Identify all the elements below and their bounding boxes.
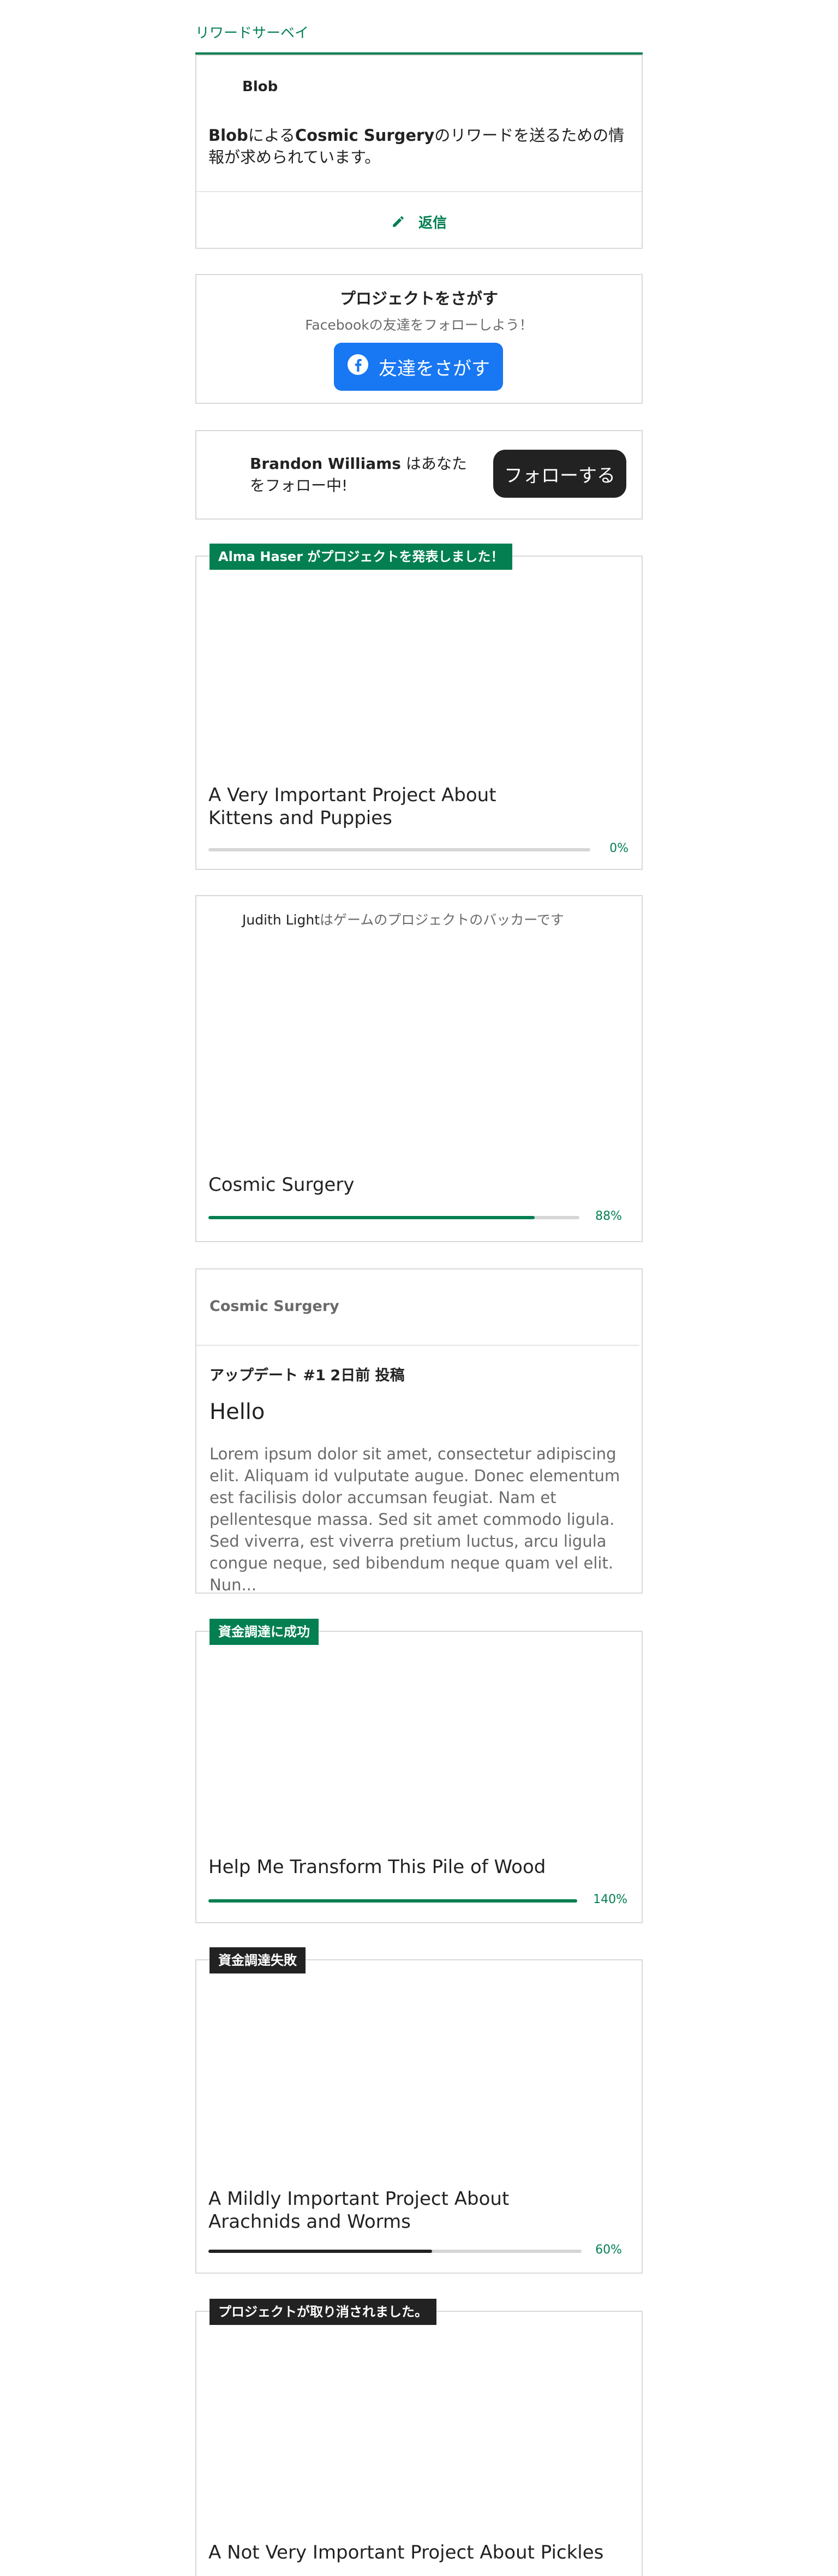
reply-label: 返信 bbox=[418, 215, 447, 231]
update-meta: アップデート #1 2日前 投稿 bbox=[210, 1363, 405, 1385]
survey-message-by: による bbox=[248, 126, 295, 145]
project-card-failed[interactable]: A Mildly Important Project About Arachni… bbox=[195, 1959, 643, 2274]
funding-progress-fill bbox=[208, 2250, 433, 2253]
find-projects-title: プロジェクトをさがす bbox=[339, 289, 498, 308]
project-canceled-badge: プロジェクトが取り消されました。 bbox=[210, 2299, 436, 2325]
backer-message: Judith Lightはゲームのプロジェクトのバッカーです bbox=[242, 909, 564, 929]
funding-progress-fill bbox=[208, 1899, 577, 1903]
project-title[interactable]: Help Me Transform This Pile of Wood bbox=[208, 1856, 558, 1879]
funding-progress-bar bbox=[208, 848, 590, 851]
follower-name[interactable]: Brandon Williams bbox=[250, 455, 401, 473]
find-projects-subtitle: Facebookの友達をフォローしよう！ bbox=[305, 317, 533, 333]
update-project-name[interactable]: Cosmic Surgery bbox=[210, 1298, 339, 1315]
facebook-icon bbox=[347, 354, 369, 380]
find-friends-label: 友達をさがす bbox=[379, 357, 490, 380]
update-title[interactable]: Hello bbox=[210, 1399, 265, 1424]
backer-message-text: はゲームのプロジェクトのバッカーです bbox=[320, 912, 564, 928]
funding-percent: 0% bbox=[609, 842, 628, 855]
funding-progress-bar bbox=[208, 1216, 579, 1219]
card-divider bbox=[196, 191, 642, 192]
update-body: Lorem ipsum dolor sit amet, consectetur … bbox=[210, 1445, 620, 1594]
backer-name[interactable]: Judith Light bbox=[242, 912, 320, 928]
funding-progress-fill bbox=[208, 1216, 535, 1219]
project-launched-badge: Alma Haser がプロジェクトを発表しました！ bbox=[210, 544, 513, 570]
survey-message: BlobによるCosmic Surgeryのリワードを送るための情報が求められて… bbox=[208, 124, 634, 168]
section-title-reward-survey: リワードサーベイ bbox=[195, 25, 309, 41]
project-card-funded[interactable]: Help Me Transform This Pile of Wood 140% bbox=[195, 1631, 643, 1923]
follow-card: Brandon Williams はあなたをフォロー中! フォローする bbox=[195, 430, 643, 520]
update-time: 2日前 投稿 bbox=[330, 1367, 405, 1384]
funding-percent: 88% bbox=[595, 1209, 622, 1223]
funding-progress-bar bbox=[208, 1899, 577, 1903]
survey-message-project: Cosmic Surgery bbox=[295, 126, 435, 145]
reply-button[interactable]: 返信 bbox=[196, 212, 642, 232]
project-title[interactable]: A Very Important Project About Kittens a… bbox=[208, 784, 558, 830]
update-number: アップデート #1 bbox=[210, 1367, 326, 1384]
project-title[interactable]: A Mildly Important Project About Arachni… bbox=[208, 2187, 558, 2233]
card-divider bbox=[196, 1345, 639, 1346]
follow-message: Brandon Williams はあなたをフォロー中! bbox=[250, 453, 468, 497]
funding-failed-badge: 資金調達失敗 bbox=[210, 1947, 306, 1973]
project-card-canceled[interactable]: A Not Very Important Project About Pickl… bbox=[195, 2311, 643, 2576]
project-title[interactable]: A Not Very Important Project About Pickl… bbox=[208, 2541, 623, 2564]
find-friends-button[interactable]: 友達をさがす bbox=[334, 343, 503, 391]
project-card-launched[interactable]: A Very Important Project About Kittens a… bbox=[195, 556, 643, 870]
funding-percent: 140% bbox=[593, 1893, 627, 1906]
find-projects-card: プロジェクトをさがす Facebookの友達をフォローしよう！ 友達をさがす bbox=[195, 274, 643, 404]
reward-survey-card: Blob BlobによるCosmic Surgeryのリワードを送るための情報が… bbox=[195, 55, 643, 249]
survey-creator-name[interactable]: Blob bbox=[242, 79, 278, 95]
activity-feed: リワードサーベイ Blob BlobによるCosmic Surgeryのリワード… bbox=[0, 0, 838, 2576]
funding-progress-bar bbox=[208, 2250, 582, 2253]
project-update-card[interactable]: Cosmic Surgery アップデート #1 2日前 投稿 Hello Lo… bbox=[195, 1268, 643, 1594]
funding-successful-badge: 資金調達に成功 bbox=[210, 1619, 319, 1645]
pencil-icon bbox=[391, 214, 405, 232]
follow-button[interactable]: フォローする bbox=[493, 450, 626, 498]
project-card-backing[interactable]: Judith Lightはゲームのプロジェクトのバッカーです Cosmic Su… bbox=[195, 895, 643, 1242]
survey-message-creator: Blob bbox=[208, 126, 248, 145]
project-title[interactable]: Cosmic Surgery bbox=[208, 1173, 558, 1196]
funding-percent: 60% bbox=[595, 2243, 622, 2257]
